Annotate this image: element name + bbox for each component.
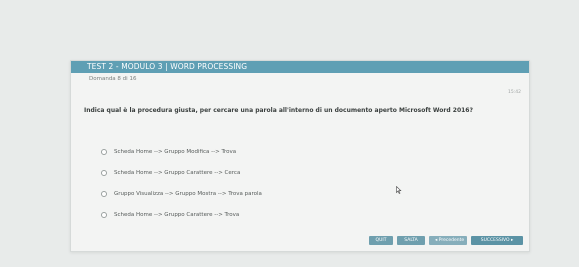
answer-option-4[interactable]: Scheda Home --> Gruppo Carattere --> Tro…: [101, 204, 262, 225]
previous-button[interactable]: ◂ Precedente: [429, 236, 467, 245]
answer-label: Scheda Home --> Gruppo Modifica --> Trov…: [114, 148, 237, 155]
navigation-buttons: QUIT SALTA ◂ Precedente SUCCESSIVO ▸: [369, 236, 523, 245]
quit-button[interactable]: QUIT: [369, 236, 393, 245]
quiz-card: TEST 2 - MODULO 3 | WORD PROCESSING Doma…: [70, 60, 530, 252]
skip-button[interactable]: SALTA: [397, 236, 425, 245]
answer-label: Scheda Home --> Gruppo Carattere --> Cer…: [114, 169, 241, 176]
mouse-pointer-icon: [396, 185, 402, 194]
radio-button[interactable]: [101, 211, 107, 218]
answer-option-1[interactable]: Scheda Home --> Gruppo Modifica --> Trov…: [101, 141, 262, 162]
question-text: Indica qual è la procedura giusta, per c…: [84, 107, 473, 114]
timer-label: 15:42: [508, 90, 521, 95]
answer-label: Gruppo Visualizza --> Gruppo Mostra --> …: [114, 190, 262, 197]
answer-option-3[interactable]: Gruppo Visualizza --> Gruppo Mostra --> …: [101, 183, 262, 204]
quiz-title: TEST 2 - MODULO 3 | WORD PROCESSING: [71, 61, 529, 73]
answer-label: Scheda Home --> Gruppo Carattere --> Tro…: [114, 211, 240, 218]
question-counter: Domanda 8 di 16: [89, 76, 137, 82]
radio-button[interactable]: [101, 148, 107, 155]
answer-option-2[interactable]: Scheda Home --> Gruppo Carattere --> Cer…: [101, 162, 262, 183]
radio-button[interactable]: [101, 169, 107, 176]
next-button[interactable]: SUCCESSIVO ▸: [471, 236, 523, 245]
answer-list: Scheda Home --> Gruppo Modifica --> Trov…: [101, 141, 262, 225]
radio-button[interactable]: [101, 190, 107, 197]
